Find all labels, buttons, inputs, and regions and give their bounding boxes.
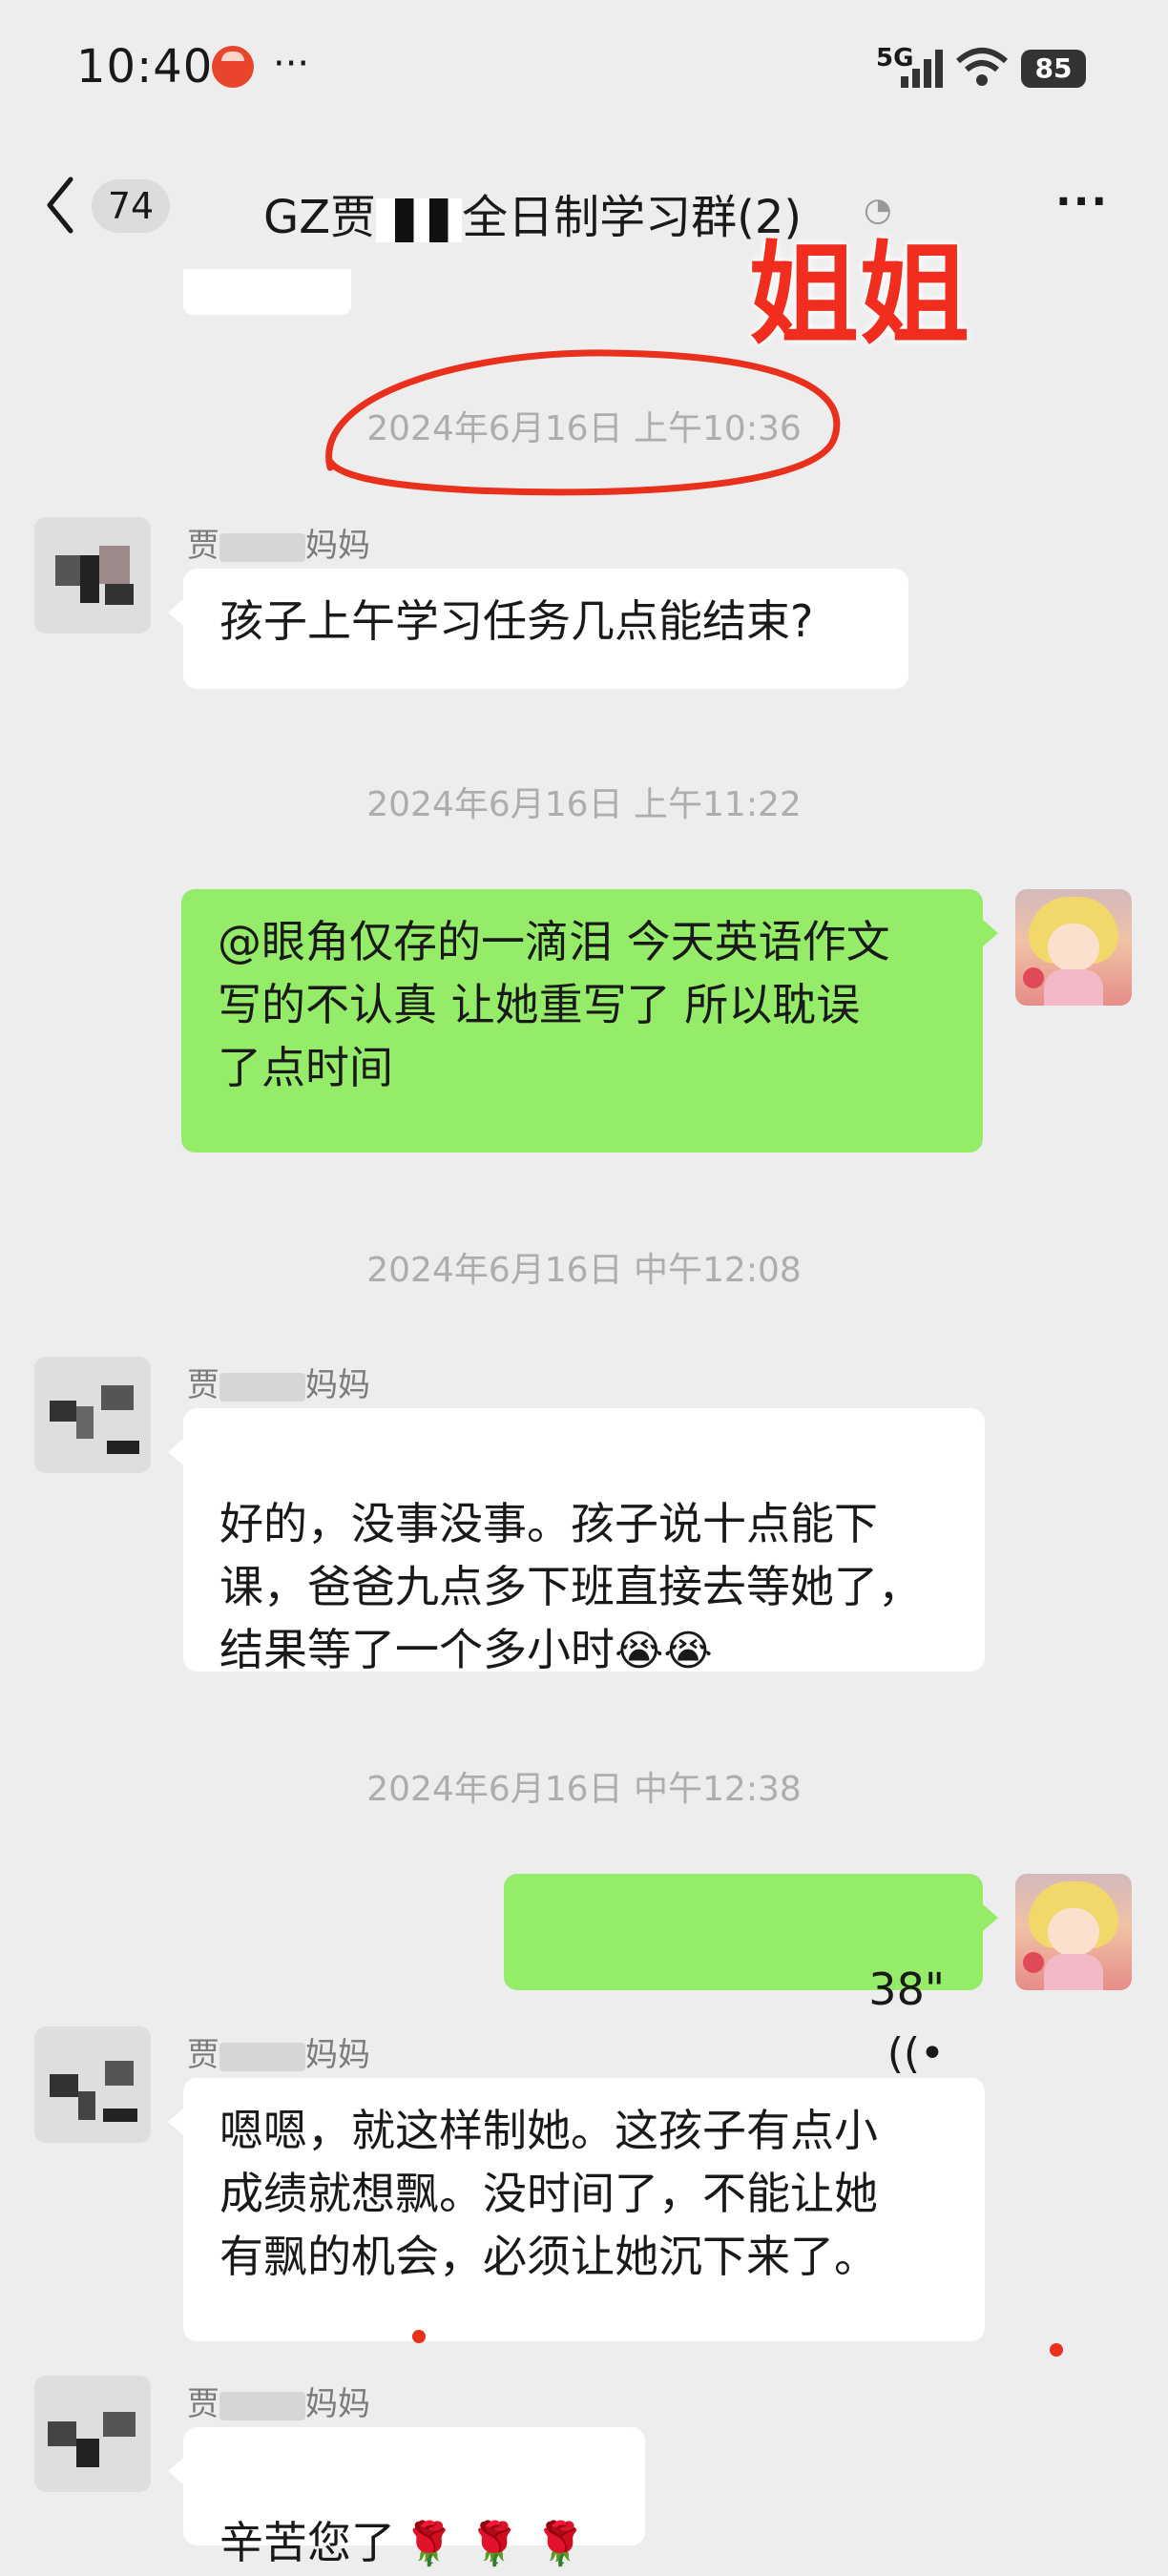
redaction-mark: [376, 198, 463, 242]
unread-count-badge[interactable]: 74: [92, 179, 170, 233]
emoji-crying-laughing: 😭😭: [615, 1627, 713, 1675]
sender-name: 贾妈妈: [187, 527, 370, 565]
battery-icon: 85: [1021, 50, 1086, 88]
annotation-dot: [1050, 2343, 1063, 2357]
wifi-icon: [956, 48, 1008, 86]
chat-title-prefix: GZ贾: [263, 191, 377, 244]
avatar[interactable]: [34, 2376, 151, 2492]
avatar[interactable]: [34, 517, 151, 634]
app-notification-icon: [212, 46, 254, 88]
avatar[interactable]: [34, 1357, 151, 1473]
annotation-dot: [412, 2330, 426, 2343]
avatar[interactable]: [34, 2026, 151, 2143]
message-bubble[interactable]: 孩子上午学习任务几点能结束?: [168, 569, 908, 689]
annotation-sticker: 姐姐: [748, 231, 970, 360]
more-options-button[interactable]: ···: [1055, 177, 1109, 226]
sender-name: 贾妈妈: [187, 1366, 370, 1404]
message-bubble[interactable]: 嗯嗯，就这样制她。这孩子有点小 成绩就想飘。没时间了，不能让她 有飘的机会，必须…: [168, 2078, 985, 2341]
signal-icon: [901, 50, 943, 88]
status-bar: 10:40 ··· 5G 85: [0, 0, 1168, 134]
name-redaction: [219, 2391, 305, 2420]
message-bubble[interactable]: 辛苦您了 🌹 🌹 🌹: [168, 2427, 645, 2568]
voice-wave-icon: ((•: [886, 2029, 945, 2078]
chat-title[interactable]: GZ贾 全日制学习群(2): [263, 179, 802, 246]
message-bubble[interactable]: 好的，没事没事。孩子说十点能下 课，爸爸九点多下班直接去等她了， 结果等了一个多…: [168, 1408, 985, 1675]
status-time: 10:40: [76, 40, 214, 93]
previous-message-bubble[interactable]: [183, 269, 351, 315]
status-more-indicator: ···: [273, 42, 310, 86]
sender-name: 贾妈妈: [187, 2036, 370, 2074]
message-timestamp: 2024年6月16日 上午11:22: [366, 785, 802, 824]
my-avatar[interactable]: [1015, 889, 1132, 1006]
message-timestamp: 2024年6月16日 中午12:38: [366, 1770, 802, 1809]
name-redaction: [219, 2042, 305, 2071]
voice-message-bubble[interactable]: 38" ((•: [504, 1874, 998, 2078]
message-timestamp: 2024年6月16日 中午12:08: [366, 1251, 802, 1290]
name-redaction: [219, 532, 305, 562]
voice-duration: 38": [868, 1963, 945, 2015]
my-avatar[interactable]: [1015, 1874, 1132, 1990]
emoji-rose: 🌹 🌹 🌹: [403, 2520, 587, 2568]
message-timestamp: 2024年6月16日 上午10:36: [366, 409, 802, 448]
sender-name: 贾妈妈: [187, 2385, 370, 2423]
message-bubble-outgoing[interactable]: @眼角仅存的一滴泪 今天英语作文 写的不认真 让她重写了 所以耽误 了点时间: [181, 889, 998, 1153]
name-redaction: [219, 1372, 305, 1402]
back-arrow-icon[interactable]: [42, 172, 80, 239]
